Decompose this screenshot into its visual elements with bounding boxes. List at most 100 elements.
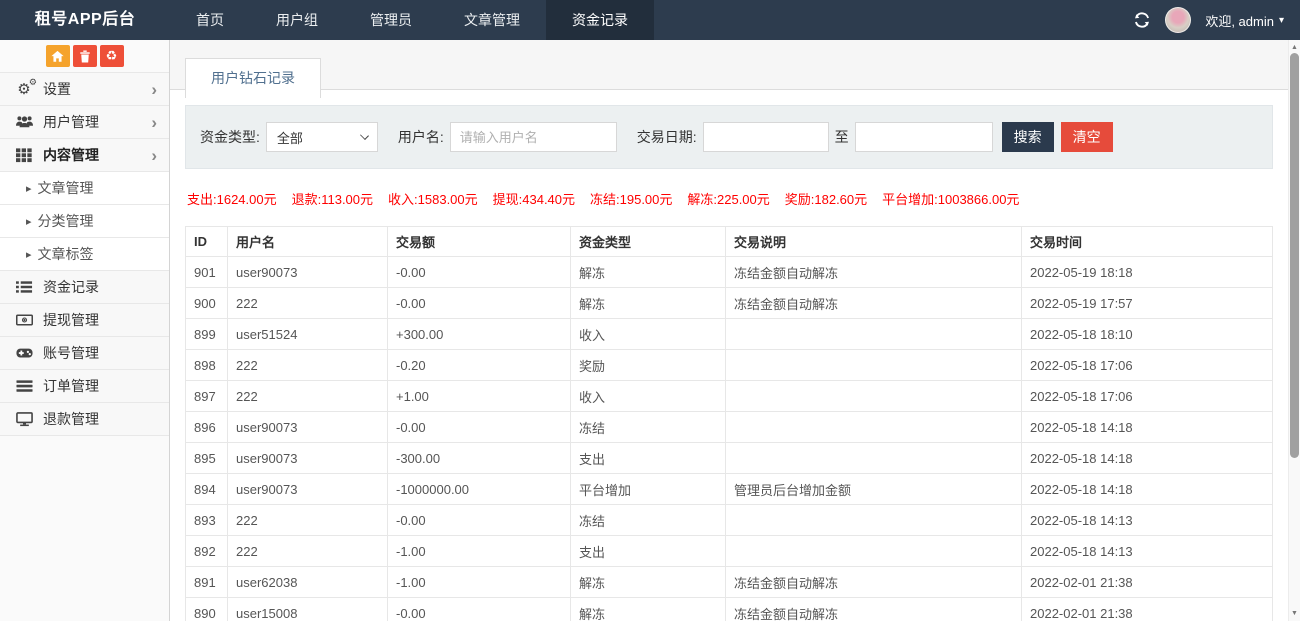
caret-down-icon: ▾ — [1279, 15, 1284, 26]
sidebar-item[interactable]: 用户管理› — [0, 106, 169, 139]
bars-icon — [13, 378, 35, 394]
filter-bar: 资金类型: 全部 用户名: 交易日期: 至 搜索 清空 — [185, 105, 1273, 169]
table-cell: -1000000.00 — [388, 474, 571, 505]
sidebar-toolbar: ♻ — [0, 40, 169, 73]
table-cell: 2022-05-19 18:18 — [1022, 257, 1273, 288]
table-cell: 222 — [228, 381, 388, 412]
nav-item[interactable]: 用户组 — [250, 0, 344, 40]
table-cell: 896 — [186, 412, 228, 443]
tab-strip: 用户钻石记录 — [170, 40, 1288, 90]
table-cell: -0.00 — [388, 412, 571, 443]
sidebar-item-label: 文章标签 — [38, 244, 157, 264]
table-cell: 899 — [186, 319, 228, 350]
date-from-input[interactable] — [703, 122, 829, 152]
username-input[interactable] — [450, 122, 617, 152]
select-chevron-icon — [360, 131, 369, 140]
table-cell: 2022-05-18 17:06 — [1022, 381, 1273, 412]
table-cell: 平台增加 — [571, 474, 726, 505]
recycle-button[interactable]: ♻ — [100, 45, 124, 67]
table-row: 893222-0.00冻结2022-05-18 14:13 — [186, 505, 1273, 536]
fund-type-selected-value: 全部 — [277, 128, 303, 147]
trash-button[interactable] — [73, 45, 97, 67]
date-to-input[interactable] — [855, 122, 993, 152]
nav-item[interactable]: 管理员 — [344, 0, 438, 40]
admin-app: 租号APP后台 首页用户组管理员文章管理资金记录 欢迎, admin ▾ ♻ ⚙… — [0, 0, 1300, 621]
main-panel: 用户钻石记录 资金类型: 全部 用户名: 交易日期: 至 搜索 清空 支出:16… — [170, 40, 1288, 621]
table-row: 894user90073-1000000.00平台增加管理员后台增加金额2022… — [186, 474, 1273, 505]
svg-text:0: 0 — [23, 318, 26, 324]
table-cell: 2022-05-18 17:06 — [1022, 350, 1273, 381]
sidebar-item[interactable]: 0提现管理 — [0, 304, 169, 337]
sidebar-item[interactable]: ▸分类管理 — [0, 205, 169, 238]
chevron-right-icon: › — [151, 81, 157, 98]
table-row: 891user62038-1.00解冻冻结金额自动解冻2022-02-01 21… — [186, 567, 1273, 598]
scroll-up-arrow-icon[interactable]: ▲ — [1289, 41, 1300, 53]
table-cell: 895 — [186, 443, 228, 474]
table-cell — [726, 536, 1022, 567]
table-cell: 2022-05-18 14:18 — [1022, 443, 1273, 474]
user-avatar[interactable] — [1165, 7, 1191, 33]
monitor-icon — [13, 411, 35, 427]
sidebar-item[interactable]: ▸文章标签 — [0, 238, 169, 271]
table-row: 896user90073-0.00冻结2022-05-18 14:18 — [186, 412, 1273, 443]
sidebar: ♻ ⚙⚙设置›用户管理›内容管理›▸文章管理▸分类管理▸文章标签资金记录0提现管… — [0, 40, 170, 621]
sidebar-item[interactable]: 资金记录 — [0, 271, 169, 304]
recycle-icon: ♻ — [106, 49, 118, 63]
trash-icon — [79, 50, 91, 63]
nav-item[interactable]: 资金记录 — [546, 0, 654, 40]
table-cell: -0.20 — [388, 350, 571, 381]
refresh-icon[interactable] — [1133, 11, 1151, 29]
sidebar-menu: ⚙⚙设置›用户管理›内容管理›▸文章管理▸分类管理▸文章标签资金记录0提现管理账… — [0, 73, 169, 436]
home-button[interactable] — [46, 45, 70, 67]
table-cell: 2022-05-18 18:10 — [1022, 319, 1273, 350]
table-cell: 解冻 — [571, 598, 726, 621]
table-cell: 2022-02-01 21:38 — [1022, 598, 1273, 621]
clear-button[interactable]: 清空 — [1061, 122, 1113, 152]
sidebar-item[interactable]: 内容管理› — [0, 139, 169, 172]
column-header: ID — [186, 227, 228, 257]
table-cell: -0.00 — [388, 505, 571, 536]
grid-icon — [13, 147, 35, 163]
search-button[interactable]: 搜索 — [1002, 122, 1054, 152]
sidebar-item-label: 设置 — [43, 79, 151, 99]
sidebar-item[interactable]: 退款管理 — [0, 403, 169, 436]
scroll-down-arrow-icon[interactable]: ▼ — [1289, 607, 1300, 619]
sidebar-item[interactable]: 账号管理 — [0, 337, 169, 370]
table-cell: 901 — [186, 257, 228, 288]
sidebar-item[interactable]: ⚙⚙设置› — [0, 73, 169, 106]
table-cell: -300.00 — [388, 443, 571, 474]
stat-item: 支出:1624.00元 — [187, 189, 277, 208]
fund-type-label: 资金类型: — [200, 127, 260, 147]
vertical-scrollbar[interactable]: ▲ ▼ — [1288, 40, 1300, 621]
sidebar-item-label: 文章管理 — [38, 178, 157, 198]
sidebar-item[interactable]: ▸文章管理 — [0, 172, 169, 205]
banknote-icon: 0 — [13, 312, 35, 328]
nav-item[interactable]: 文章管理 — [438, 0, 546, 40]
table-row: 890user15008-0.00解冻冻结金额自动解冻2022-02-01 21… — [186, 598, 1273, 621]
nav-item[interactable]: 首页 — [170, 0, 250, 40]
sub-item-arrow-icon: ▸ — [26, 215, 32, 228]
app-title: 租号APP后台 — [0, 0, 170, 40]
table-cell: 2022-05-18 14:18 — [1022, 474, 1273, 505]
user-dropdown[interactable]: 欢迎, admin ▾ — [1205, 11, 1284, 30]
stat-item: 奖励:182.60元 — [785, 189, 867, 208]
users-icon — [13, 114, 35, 130]
stat-item: 收入:1583.00元 — [388, 189, 478, 208]
table-body: 901user90073-0.00解冻冻结金额自动解冻2022-05-19 18… — [186, 257, 1273, 621]
table-row: 895user90073-300.00支出2022-05-18 14:18 — [186, 443, 1273, 474]
table-cell: 2022-05-18 14:13 — [1022, 505, 1273, 536]
chevron-right-icon: › — [151, 114, 157, 131]
gamepad-icon — [13, 345, 35, 361]
navbar-right: 欢迎, admin ▾ — [1133, 0, 1284, 40]
tab-user-diamond-records[interactable]: 用户钻石记录 — [185, 58, 321, 98]
table-cell: 冻结 — [571, 505, 726, 536]
sidebar-item[interactable]: 订单管理 — [0, 370, 169, 403]
scrollbar-thumb[interactable] — [1290, 53, 1299, 458]
table-cell: -1.00 — [388, 567, 571, 598]
column-header: 交易额 — [388, 227, 571, 257]
table-cell — [726, 443, 1022, 474]
fund-type-select[interactable]: 全部 — [266, 122, 378, 152]
table-cell: 解冻 — [571, 257, 726, 288]
table-cell: user90073 — [228, 443, 388, 474]
column-header: 资金类型 — [571, 227, 726, 257]
